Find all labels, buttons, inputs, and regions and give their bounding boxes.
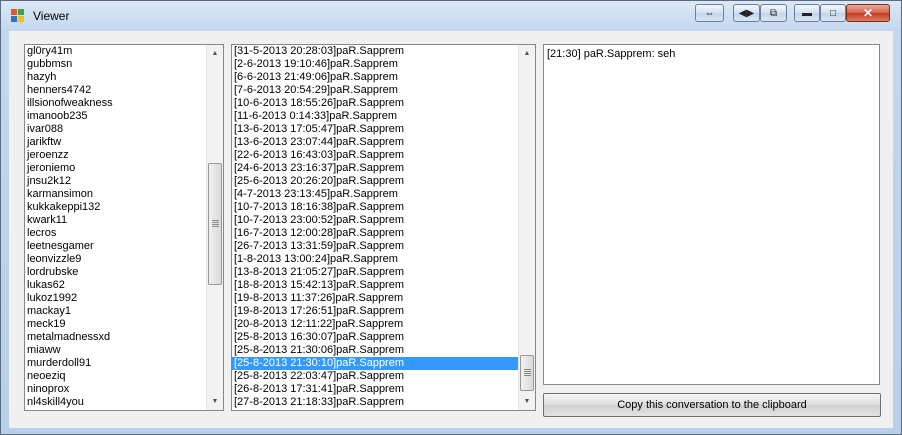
minimize-button[interactable]: ▬ [794, 4, 820, 22]
list-item[interactable]: imanoob235 [25, 110, 207, 123]
copy-icon: ⧉ [769, 7, 778, 19]
list-item[interactable]: meck19 [25, 318, 207, 331]
list-item[interactable]: [22-6-2013 16:43:03]paR.Sapprem [232, 149, 519, 162]
list-item[interactable]: [25-8-2013 22:03:47]paR.Sapprem [232, 370, 519, 383]
list-item[interactable]: kwark11 [25, 214, 207, 227]
minimize-icon: ▬ [802, 7, 812, 19]
client-area: gl0ry41m gubbmsn hazyh henners4742 illsionof… [9, 31, 893, 428]
list-item[interactable]: [27-8-2013 21:18:33]paR.Sapprem [232, 396, 519, 409]
list-item[interactable]: [25-6-2013 20:26:20]paR.Sapprem [232, 175, 519, 188]
list-item[interactable]: [1-8-2013 13:00:24]paR.Sapprem [232, 253, 519, 266]
list-item[interactable]: [10-7-2013 18:16:38]paR.Sapprem [232, 201, 519, 214]
resize-icon: ⇔ [704, 7, 715, 19]
list-item[interactable]: [13-6-2013 23:07:44]paR.Sapprem [232, 136, 519, 149]
users-list-items: gl0ry41m gubbmsn hazyh henners4742 illsionof… [25, 45, 207, 409]
list-item[interactable]: [31-5-2013 20:28:03]paR.Sapprem [232, 45, 519, 58]
list-item[interactable]: jeroenzz [25, 149, 207, 162]
list-item[interactable]: [26-8-2013 17:31:41]paR.Sapprem [232, 383, 519, 396]
list-item[interactable]: leonvizzle9 [25, 253, 207, 266]
list-item[interactable]: nl4skill4you [25, 396, 207, 409]
arrow-down-icon: ▼ [211, 398, 219, 405]
list-item[interactable]: [10-7-2013 23:00:52]paR.Sapprem [232, 214, 519, 227]
list-item[interactable]: kukkakeppi132 [25, 201, 207, 214]
scroll-up-arrow[interactable]: ▲ [519, 45, 535, 62]
list-item[interactable]: illsionofweakness [25, 97, 207, 110]
scroll-up-arrow[interactable]: ▲ [207, 45, 223, 62]
list-item[interactable]: [20-8-2013 12:11:22]paR.Sapprem [232, 318, 519, 331]
maximize-icon: □ [829, 7, 837, 19]
list-item[interactable]: jarikftw [25, 136, 207, 149]
conversations-list-items: [31-5-2013 20:28:03]paR.Sapprem [2-6-2013… [232, 45, 519, 409]
list-item[interactable]: [26-7-2013 13:31:59]paR.Sapprem [232, 240, 519, 253]
list-item[interactable]: [25-8-2013 21:30:10]paR.Sapprem [232, 357, 519, 370]
list-item[interactable]: metalmadnessxd [25, 331, 207, 344]
list-item[interactable]: ivar088 [25, 123, 207, 136]
list-item[interactable]: [13-8-2013 21:05:27]paR.Sapprem [232, 266, 519, 279]
conversation-text[interactable]: [21:30] paR.Sapprem: seh [543, 44, 880, 385]
scroll-thumb[interactable] [520, 355, 534, 391]
list-item[interactable]: [11-6-2013 0:14:33]paR.Sapprem [232, 110, 519, 123]
list-item[interactable]: jnsu2k12 [25, 175, 207, 188]
list-item[interactable]: [4-7-2013 23:13:45]paR.Sapprem [232, 188, 519, 201]
list-item[interactable]: [25-8-2013 16:30:07]paR.Sapprem [232, 331, 519, 344]
list-item[interactable]: [10-6-2013 18:55:26]paR.Sapprem [232, 97, 519, 110]
close-icon: ✕ [862, 6, 874, 20]
list-item[interactable]: gubbmsn [25, 58, 207, 71]
list-item[interactable]: miaww [25, 344, 207, 357]
viewer-window: Viewer ⇔ ◀▶ ⧉ ▬ □ ✕ gl0ry41m gubbmsn hazyh… [0, 0, 902, 435]
list-item[interactable]: ninoprox [25, 383, 207, 396]
grip-icon [524, 369, 531, 376]
arrow-up-icon: ▲ [523, 50, 531, 57]
scroll-down-arrow[interactable]: ▼ [207, 393, 223, 410]
list-item[interactable]: [13-6-2013 17:05:47]paR.Sapprem [232, 123, 519, 136]
scroll-thumb[interactable] [208, 163, 222, 285]
conversations-list[interactable]: [31-5-2013 20:28:03]paR.Sapprem [2-6-2013… [231, 44, 536, 411]
list-item[interactable]: [25-8-2013 21:30:06]paR.Sapprem [232, 344, 519, 357]
list-item[interactable]: murderdoll91 [25, 357, 207, 370]
list-item[interactable]: lukas62 [25, 279, 207, 292]
code-button[interactable]: ◀▶ [733, 4, 760, 22]
code-icon: ◀▶ [738, 7, 755, 19]
list-item[interactable]: leetnesgamer [25, 240, 207, 253]
list-item[interactable]: lukoz1992 [25, 292, 207, 305]
close-button[interactable]: ✕ [846, 4, 890, 22]
users-list[interactable]: gl0ry41m gubbmsn hazyh henners4742 illsionof… [24, 44, 224, 411]
copy-to-clipboard-button[interactable]: Copy this conversation to the clipboard [543, 393, 881, 417]
maximize-button[interactable]: □ [820, 4, 846, 22]
list-item[interactable]: henners4742 [25, 84, 207, 97]
list-item[interactable]: [24-6-2013 23:16:37]paR.Sapprem [232, 162, 519, 175]
list-item[interactable]: [18-8-2013 15:42:13]paR.Sapprem [232, 279, 519, 292]
resize-button[interactable]: ⇔ [695, 4, 724, 22]
list-item[interactable]: mackay1 [25, 305, 207, 318]
app-icon [11, 9, 25, 23]
window-title: Viewer [33, 9, 70, 23]
list-item[interactable]: [7-6-2013 20:54:29]paR.Sapprem [232, 84, 519, 97]
list-item[interactable]: karmansimon [25, 188, 207, 201]
message-line: [21:30] paR.Sapprem: seh [547, 48, 676, 60]
title-bar[interactable]: Viewer ⇔ ◀▶ ⧉ ▬ □ ✕ [1, 1, 901, 31]
list-item[interactable]: [19-8-2013 11:37:26]paR.Sapprem [232, 292, 519, 305]
list-item[interactable]: gl0ry41m [25, 45, 207, 58]
arrow-up-icon: ▲ [211, 50, 219, 57]
list-item[interactable]: neoeziq [25, 370, 207, 383]
list-item[interactable]: lecros [25, 227, 207, 240]
copy-window-button[interactable]: ⧉ [760, 4, 787, 22]
list-item[interactable]: [16-7-2013 12:00:28]paR.Sapprem [232, 227, 519, 240]
conversations-scrollbar[interactable]: ▲ ▼ [518, 45, 535, 410]
list-item[interactable]: jeroniemo [25, 162, 207, 175]
grip-icon [212, 220, 219, 227]
scroll-down-arrow[interactable]: ▼ [519, 393, 535, 410]
list-item[interactable]: [6-6-2013 21:49:06]paR.Sapprem [232, 71, 519, 84]
users-scrollbar[interactable]: ▲ ▼ [206, 45, 223, 410]
list-item[interactable]: [19-8-2013 17:26:51]paR.Sapprem [232, 305, 519, 318]
list-item[interactable]: lordrubske [25, 266, 207, 279]
list-item[interactable]: hazyh [25, 71, 207, 84]
list-item[interactable]: [2-6-2013 19:10:46]paR.Sapprem [232, 58, 519, 71]
arrow-down-icon: ▼ [523, 398, 531, 405]
